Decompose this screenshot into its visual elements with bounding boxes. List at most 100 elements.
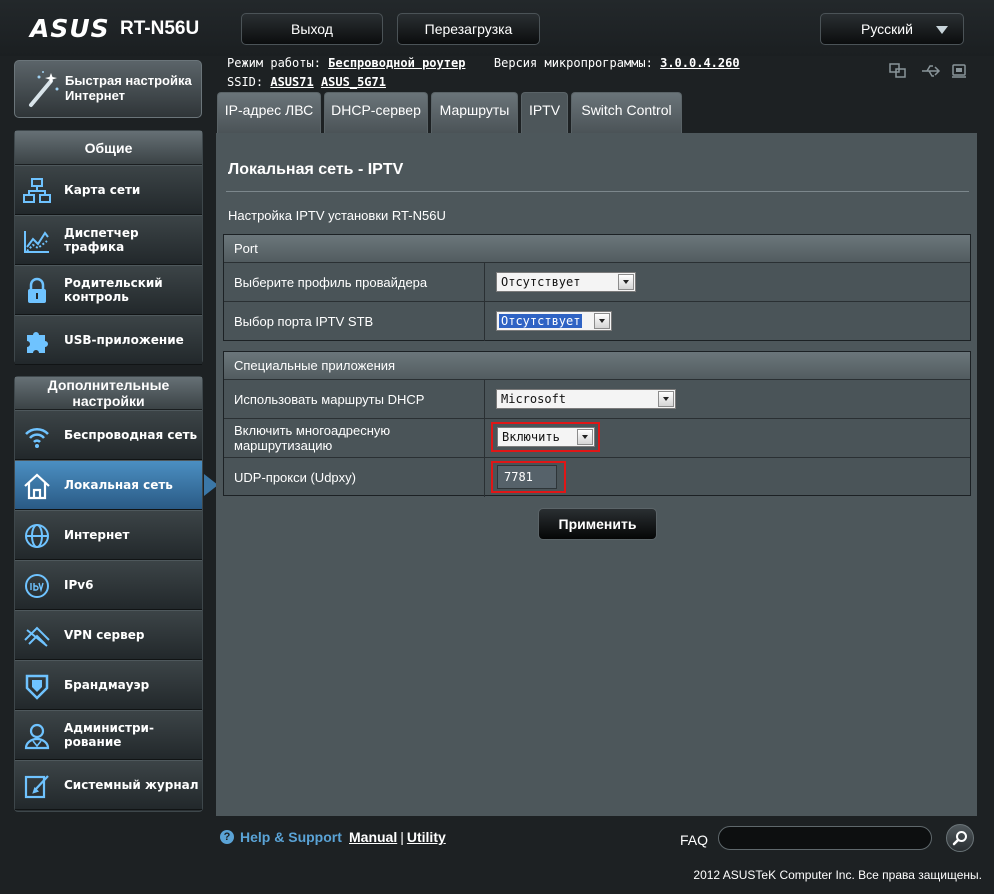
title-divider [226, 191, 969, 192]
sidebar-general: Общие Карта сети Диспетчер трафика Родит… [14, 130, 203, 365]
multicast-routing-row: Включить многоадресную маршрутизацию Вкл… [224, 419, 970, 458]
footer-separator: | [400, 829, 404, 845]
advanced-section-title: Дополнительные настройки [15, 377, 202, 410]
sidebar-item-label: VPN сервер [64, 628, 145, 642]
tab-lan-ip[interactable]: IP-адрес ЛВС [217, 92, 321, 133]
language-value: Русский [861, 21, 913, 37]
tab-routes[interactable]: Маршруты [431, 92, 518, 133]
sidebar-item-system-log[interactable]: Системный журнал [15, 760, 202, 810]
sidebar-item-label: Карта сети [64, 183, 141, 197]
multicast-routing-label: Включить многоадресную маршрутизацию [224, 419, 485, 457]
header: ASUS RT-N56U Выход Перезагрузка Русский [0, 0, 994, 56]
general-section-title: Общие [15, 131, 202, 165]
sidebar-item-label: Диспетчер трафика [64, 226, 139, 254]
mode-label: Режим работы: [227, 56, 321, 70]
wireless-icon [25, 427, 49, 448]
dhcp-routes-select[interactable]: Microsoft [496, 389, 676, 409]
sidebar-item-administration[interactable]: Администри-рование [15, 710, 202, 760]
utility-link[interactable]: Utility [407, 829, 446, 845]
copyright: 2012 ASUSTeK Computer Inc. Все права защ… [693, 868, 982, 882]
tab-iptv[interactable]: IPTV [521, 92, 568, 133]
chevron-down-icon [577, 429, 593, 445]
sidebar-item-label: Родительский контроль [64, 276, 163, 304]
faq-label: FAQ [680, 832, 709, 848]
udpxy-port-input[interactable]: 7781 [497, 465, 557, 489]
printer-icon[interactable] [950, 62, 968, 80]
apply-button[interactable]: Применить [538, 508, 657, 540]
log-icon [24, 775, 49, 799]
port-section-title: Port [224, 235, 970, 263]
provider-profile-label: Выберите профиль провайдера [224, 263, 485, 301]
vpn-icon [24, 626, 50, 647]
manual-link[interactable]: Manual [349, 829, 397, 845]
sidebar-item-wireless[interactable]: Беспроводная сеть [15, 410, 202, 460]
chevron-down-icon [594, 313, 610, 329]
sidebar-item-label: USB-приложение [64, 333, 184, 347]
ipv6-icon [25, 574, 49, 598]
asus-logo: ASUS [30, 14, 110, 43]
provider-profile-select[interactable]: Отсутствует [496, 272, 636, 292]
magic-wand-icon [29, 71, 59, 107]
globe-icon [25, 524, 49, 548]
sidebar-item-label: Системный журнал [64, 778, 199, 792]
main-panel: Локальная сеть - IPTV Настройка IPTV уст… [216, 133, 977, 816]
admin-icon [24, 723, 50, 750]
sidebar-item-label: Брандмауэр [64, 678, 150, 692]
reboot-button[interactable]: Перезагрузка [397, 13, 540, 45]
sidebar-item-lan[interactable]: Локальная сеть [15, 460, 218, 510]
faq-search-input[interactable] [718, 826, 932, 850]
help-support-label: Help & Support [240, 829, 342, 845]
sidebar-item-traffic-manager[interactable]: Диспетчер трафика [15, 215, 202, 265]
iptv-stb-port-select[interactable]: Отсутствует [496, 311, 612, 331]
usb-icon[interactable] [920, 62, 942, 80]
provider-profile-row: Выберите профиль провайдера Отсутствует [224, 263, 970, 302]
firmware-link[interactable]: 3.0.0.4.260 [660, 56, 739, 70]
quick-setup-label: Быстрая настройка Интернет [65, 73, 192, 103]
firmware-label: Версия микропрограммы: [493, 56, 653, 70]
sidebar-item-label: Беспроводная сеть [64, 428, 198, 442]
iptv-stb-port-label: Выбор порта IPTV STB [224, 302, 485, 341]
udpxy-row: UDP-прокси (Udpxy) 7781 [224, 458, 970, 497]
sidebar-item-usb-application[interactable]: USB-приложение [15, 315, 202, 365]
tab-switch-control[interactable]: Switch Control [571, 92, 682, 133]
connection-status-icon[interactable] [888, 62, 908, 80]
sidebar-item-network-map[interactable]: Карта сети [15, 165, 202, 215]
tab-dhcp-server[interactable]: DHCP-сервер [324, 92, 428, 133]
ssid-label: SSID: [227, 75, 264, 89]
sidebar-item-firewall[interactable]: Брандмауэр [15, 660, 202, 710]
iptv-stb-port-value: Отсутствует [499, 314, 583, 328]
page-title: Локальная сеть - IPTV [228, 161, 404, 178]
sidebar-item-internet[interactable]: Интернет [15, 510, 202, 560]
ssid-link-1[interactable]: ASUS71 [270, 75, 313, 89]
status-info: Режим работы: Беспроводной роутер Версия… [227, 56, 867, 92]
multicast-routing-value: Включить [502, 430, 560, 444]
mode-link[interactable]: Беспроводной роутер [328, 56, 465, 70]
logout-button[interactable]: Выход [241, 13, 383, 45]
sidebar-item-vpn-server[interactable]: VPN сервер [15, 610, 202, 660]
sidebar-item-parental-control[interactable]: Родительский контроль [15, 265, 202, 315]
sidebar-item-ipv6[interactable]: IPv6 [15, 560, 202, 610]
ssid-link-2[interactable]: ASUS_5G71 [321, 75, 386, 89]
question-icon: ? [220, 830, 234, 844]
network-map-icon [23, 178, 51, 203]
status-icons [888, 62, 972, 82]
sidebar-advanced: Дополнительные настройки Беспроводная се… [14, 376, 218, 812]
model-name: RT-N56U [120, 18, 200, 39]
lock-icon [28, 277, 46, 303]
sidebar-item-label: Локальная сеть [64, 478, 173, 492]
faq-search-button[interactable] [946, 824, 974, 852]
help-support-link[interactable]: ? Help & Support [220, 829, 342, 845]
search-icon [952, 831, 967, 846]
special-apps-section-title: Специальные приложения [224, 352, 970, 380]
multicast-routing-select[interactable]: Включить [497, 427, 595, 447]
udpxy-label: UDP-прокси (Udpxy) [224, 458, 485, 497]
port-section: Port Выберите профиль провайдера Отсутст… [223, 234, 971, 341]
page-description: Настройка IPTV установки RT-N56U [228, 208, 446, 223]
chevron-down-icon [658, 391, 674, 407]
provider-profile-value: Отсутствует [501, 275, 581, 289]
traffic-manager-icon [24, 231, 49, 253]
home-icon [24, 473, 50, 500]
language-select[interactable]: Русский [820, 13, 964, 45]
footer-links: Manual | Utility [349, 829, 446, 845]
quick-internet-setup-button[interactable]: Быстрая настройка Интернет [14, 60, 202, 118]
